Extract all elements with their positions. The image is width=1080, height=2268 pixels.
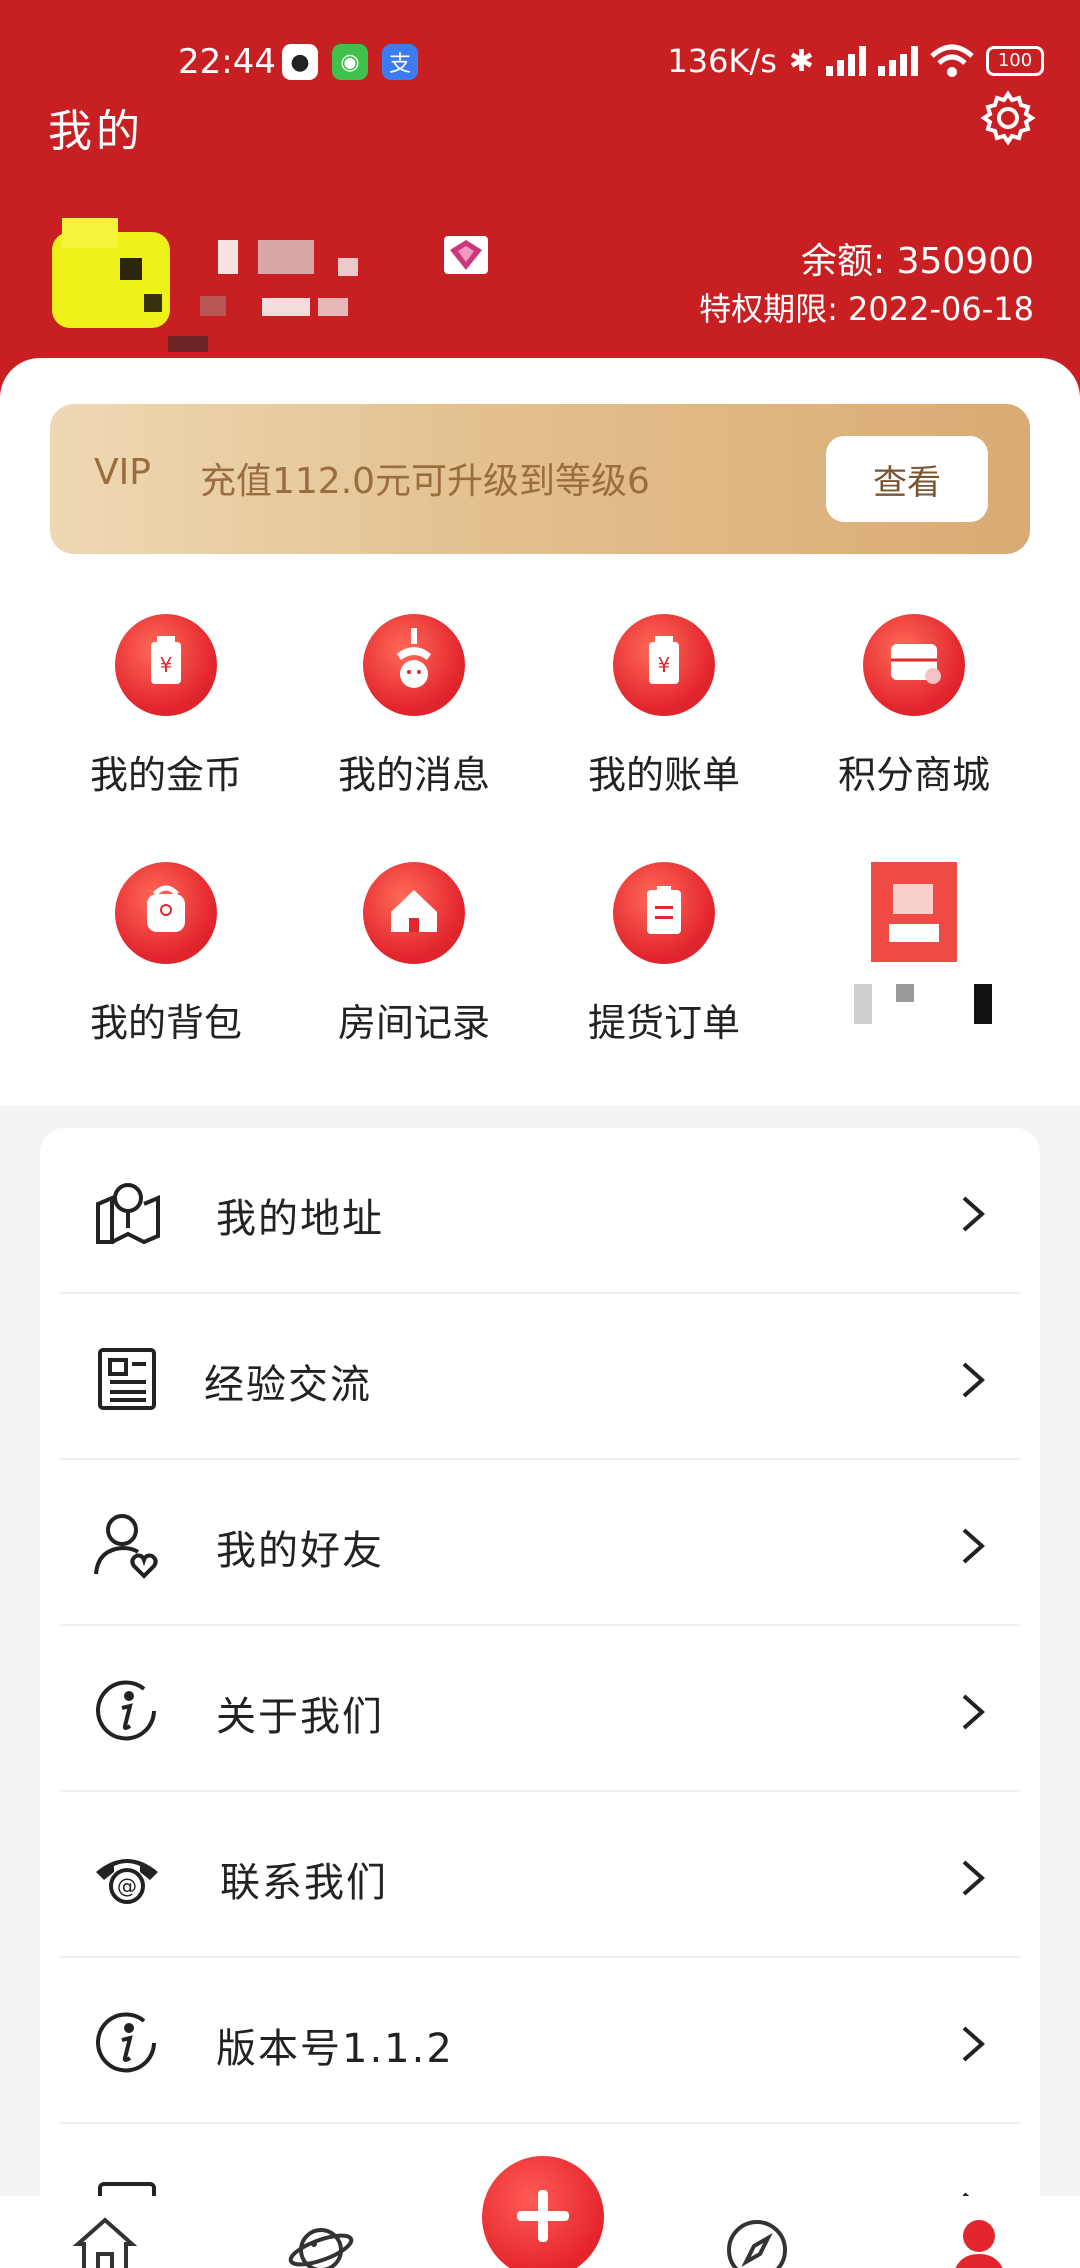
- menu-label: 我的地址: [216, 1196, 384, 1242]
- grid-label: 我的账单: [587, 753, 740, 797]
- qq-icon: ●: [282, 44, 318, 80]
- chevron-right-icon: [962, 1860, 986, 1896]
- alipay-icon: 支: [382, 44, 418, 80]
- menu-label: 我的好友: [216, 1528, 384, 1574]
- svg-text:¥: ¥: [658, 653, 671, 677]
- grid-item-pixelated[interactable]: [814, 862, 1014, 1032]
- status-time: 22:44: [178, 42, 276, 82]
- menu-item-about[interactable]: 关于我们: [40, 1626, 1040, 1792]
- bill-icon: ¥: [613, 614, 715, 716]
- menu-list: 我的地址 经验交流 我的好友 关于我们 @ 联系我们 版本号1.1.2: [40, 1128, 1040, 2248]
- grid-item-room-records[interactable]: 房间记录: [314, 862, 514, 1047]
- info-icon: [96, 2012, 156, 2073]
- status-bar: 22:44 ● ◉ 支 136K/s ✱ 100: [0, 42, 1080, 86]
- pixelated-icon: [863, 862, 965, 964]
- status-app-icons: ● ◉ 支: [282, 44, 418, 80]
- expiry-text: 特权期限: 2022-06-18: [699, 290, 1034, 328]
- menu-label: 联系我们: [220, 1860, 388, 1906]
- grid-label: 积分商城: [837, 753, 990, 797]
- grid-label: 房间记录: [337, 1001, 490, 1045]
- menu-label: 版本号1.1.2: [216, 2026, 454, 2072]
- menu-item-friends[interactable]: 我的好友: [40, 1460, 1040, 1626]
- grid-label: 我的背包: [89, 1001, 242, 1045]
- grid-item-messages[interactable]: 我的消息: [314, 614, 514, 799]
- add-button[interactable]: [482, 2156, 604, 2268]
- plus-icon: [517, 2190, 569, 2242]
- net-speed: 136K/s: [667, 42, 777, 80]
- grid-item-bills[interactable]: ¥ 我的账单: [564, 614, 764, 799]
- svg-text:¥: ¥: [160, 653, 173, 677]
- coin-bag-icon: ¥: [115, 614, 217, 716]
- grid-label: 我的金币: [89, 753, 242, 797]
- avatar[interactable]: [52, 218, 208, 352]
- settings-gear-icon[interactable]: [980, 90, 1036, 146]
- house-icon: [363, 862, 465, 964]
- news-icon: [98, 1348, 156, 1410]
- level-badge-icon: [444, 236, 488, 274]
- planet-tab-icon[interactable]: [288, 2214, 354, 2268]
- signal-icon-2: [878, 46, 918, 76]
- battery-icon: 100: [986, 46, 1044, 76]
- menu-item-version[interactable]: 版本号1.1.2: [40, 1958, 1040, 2124]
- grid-item-backpack[interactable]: 我的背包: [66, 862, 266, 1047]
- menu-item-contact[interactable]: @ 联系我们: [40, 1792, 1040, 1958]
- svg-text:@: @: [117, 1874, 137, 1898]
- chevron-right-icon: [962, 1528, 986, 1564]
- chevron-right-icon: [962, 2026, 986, 2062]
- signal-icon: [826, 46, 866, 76]
- grid-item-coins[interactable]: ¥ 我的金币: [66, 614, 266, 799]
- vip-upgrade-text: 充值112.0元可升级到等级6: [200, 461, 650, 502]
- clipboard-icon: [613, 862, 715, 964]
- profile-tab-icon[interactable]: [946, 2214, 1012, 2268]
- menu-item-address[interactable]: 我的地址: [40, 1128, 1040, 1294]
- page-title: 我的: [48, 106, 144, 157]
- map-pin-icon: [96, 1183, 160, 1245]
- grid-item-points-mall[interactable]: 积分商城: [814, 614, 1014, 799]
- grid-item-pickup-orders[interactable]: 提货订单: [564, 862, 764, 1047]
- grid-label: 提货订单: [587, 1001, 740, 1045]
- chevron-right-icon: [962, 1196, 986, 1232]
- vip-banner[interactable]: VIP 充值112.0元可升级到等级6 查看: [50, 404, 1030, 554]
- claw-machine-icon: [363, 614, 465, 716]
- compass-tab-icon[interactable]: [724, 2214, 790, 2268]
- bluetooth-icon: ✱: [788, 43, 814, 79]
- backpack-icon: [115, 862, 217, 964]
- friend-icon: [94, 1514, 158, 1579]
- phone-at-icon: @: [96, 1859, 158, 1904]
- info-icon: [96, 1680, 156, 1741]
- vip-view-button[interactable]: 查看: [826, 436, 988, 522]
- vip-label: VIP: [94, 452, 151, 493]
- store-icon: [863, 614, 965, 716]
- wifi-icon: [930, 44, 974, 77]
- grid-label: 我的消息: [337, 753, 490, 797]
- menu-label: 关于我们: [216, 1694, 384, 1740]
- pixelated-label: [814, 984, 1014, 1032]
- balance-text: 余额: 350900: [801, 241, 1034, 282]
- chevron-right-icon: [962, 1694, 986, 1730]
- menu-item-experience[interactable]: 经验交流: [40, 1294, 1040, 1460]
- wechat-icon: ◉: [332, 44, 368, 80]
- chevron-right-icon: [962, 1362, 986, 1398]
- menu-label: 经验交流: [204, 1362, 372, 1408]
- home-tab-icon[interactable]: [72, 2214, 138, 2268]
- profile-header: 22:44 ● ◉ 支 136K/s ✱ 100 我的 余额: 350900 特…: [0, 0, 1080, 420]
